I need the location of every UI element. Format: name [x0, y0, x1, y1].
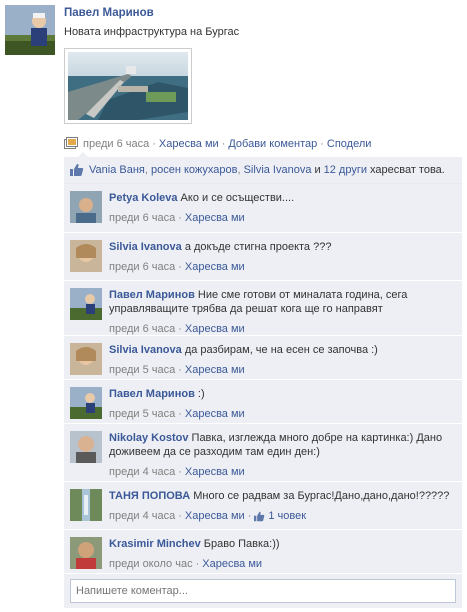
commenter-avatar[interactable]	[70, 288, 102, 320]
post-attachment[interactable]	[64, 48, 192, 124]
post-meta: преди 6 часа · Харесва ми · Добави комен…	[64, 136, 371, 152]
comment-like-link[interactable]: Харесва ми	[185, 407, 245, 421]
add-comment-link[interactable]: Добави коментар	[228, 138, 317, 150]
comment-time[interactable]: преди 6 часа	[109, 322, 175, 336]
like-link[interactable]: Харесва ми	[159, 138, 219, 150]
commenter-avatar[interactable]	[70, 240, 102, 272]
comment-like-link[interactable]: Харесва ми	[185, 363, 245, 377]
comment-like-link[interactable]: Харесва ми	[185, 260, 245, 274]
comment-time[interactable]: преди 4 часа	[109, 465, 175, 479]
liker-name[interactable]: Vania Ваня	[89, 164, 145, 176]
comment-author[interactable]: Nikolay Kostov	[109, 432, 188, 444]
commenter-avatar[interactable]	[70, 387, 102, 419]
port-photo	[68, 52, 188, 120]
comment-like-link[interactable]: Харесва ми	[185, 322, 245, 336]
comment-time[interactable]: преди 6 часа	[109, 260, 175, 274]
comment-author[interactable]: Павел Маринов	[109, 289, 195, 301]
comment-author[interactable]: Павел Маринов	[109, 388, 195, 400]
photo-icon	[64, 137, 78, 151]
liker-name[interactable]: Silvia Ivanova	[244, 164, 312, 176]
liker-name[interactable]: росен кожухаров	[151, 164, 237, 176]
comment-text: Много се радвам за Бургас!Дано,дано,дано…	[193, 490, 450, 502]
feedback-block: Vania Ваня, росен кожухаров, Silvia Ivan…	[64, 152, 462, 608]
comment-time[interactable]: преди 4 часа	[109, 509, 175, 523]
comment-like-link[interactable]: Харесва ми	[185, 465, 245, 479]
likes-suffix: харесват това.	[370, 164, 445, 176]
comment-like-link[interactable]: Харесва ми	[185, 211, 245, 225]
commenter-avatar[interactable]	[70, 489, 102, 521]
commenter-avatar[interactable]	[70, 191, 102, 223]
comment-text: Ако и се осъществи....	[180, 192, 295, 204]
thumbs-up-icon	[254, 511, 265, 522]
likes-others-link[interactable]: 12 други	[324, 164, 367, 176]
comment-time[interactable]: преди 5 часа	[109, 363, 175, 377]
comment-author[interactable]: Silvia Ivanova	[109, 344, 182, 356]
thumbs-up-icon	[70, 163, 84, 177]
comment-author[interactable]: Petya Koleva	[109, 192, 177, 204]
comment-input[interactable]	[70, 579, 456, 603]
comment-item: Silvia Ivanova да разбирам, че на есен с…	[64, 336, 462, 380]
comment-text: :)	[197, 388, 205, 400]
comment-like-link[interactable]: Харесва ми	[185, 509, 245, 523]
comment-text: а докъде стигна проекта ???	[184, 241, 332, 253]
comment-composer	[64, 574, 462, 608]
comment-author[interactable]: Krasimir Minchev	[109, 538, 201, 550]
comment-item: ТАНЯ ПОПОВА Много се радвам за Бургас!Да…	[64, 482, 462, 530]
comment-author[interactable]: ТАНЯ ПОПОВА	[109, 490, 190, 502]
commenter-avatar[interactable]	[70, 343, 102, 375]
comment-time[interactable]: преди 5 часа	[109, 407, 175, 421]
comment-time[interactable]: преди 6 часа	[109, 211, 175, 225]
comment-like-count[interactable]: 1 човек	[268, 509, 306, 523]
author-avatar[interactable]	[5, 5, 55, 55]
author-name[interactable]: Павел Маринов	[64, 7, 154, 19]
share-link[interactable]: Сподели	[327, 138, 372, 150]
comment-item: Павел Маринов :) преди 5 часа · Харесва …	[64, 380, 462, 424]
commenter-avatar[interactable]	[70, 431, 102, 463]
comment-item: Krasimir Minchev Браво Павка:)) преди ок…	[64, 530, 462, 574]
likes-and: и	[314, 164, 321, 176]
likes-summary: Vania Ваня, росен кожухаров, Silvia Ivan…	[64, 157, 462, 184]
comment-author[interactable]: Silvia Ivanova	[109, 241, 182, 253]
post-time[interactable]: преди 6 часа	[83, 138, 149, 150]
comment-time[interactable]: преди около час	[109, 557, 193, 571]
comment-text: да разбирам, че на есен се започва :)	[184, 344, 378, 356]
comment-item: Petya Koleva Ако и се осъществи.... пред…	[64, 184, 462, 233]
comment-item: Павел Маринов Ние сме готови от миналата…	[64, 281, 462, 336]
comment-text: Браво Павка:))	[203, 538, 280, 550]
comment-item: Silvia Ivanova а докъде стигна проекта ?…	[64, 233, 462, 281]
comment-item: Nikolay Kostov Павка, изглежда много доб…	[64, 424, 462, 482]
commenter-avatar[interactable]	[70, 537, 102, 569]
comment-like-link[interactable]: Харесва ми	[202, 557, 262, 571]
post-text: Новата инфраструктура на Бургас	[64, 26, 240, 38]
